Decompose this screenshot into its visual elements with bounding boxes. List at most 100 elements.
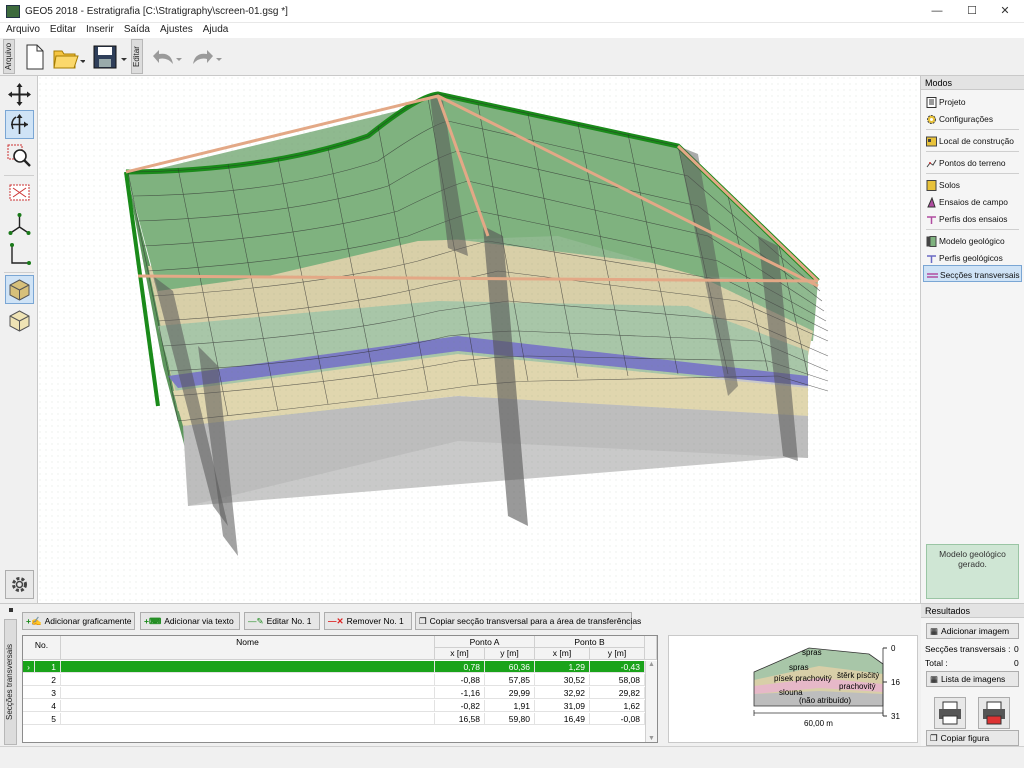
remove-button[interactable]: —✕ Remover No. 1	[324, 612, 412, 630]
cell-name[interactable]	[61, 700, 435, 712]
cell-bx[interactable]: 16,49	[535, 713, 590, 725]
column-header-no[interactable]: No.	[23, 636, 61, 660]
table-row[interactable]: 4 -0,82 1,91 31,09 1,62	[23, 700, 657, 712]
table-row[interactable]: › 1 0,78 60,36 1,29 -0,43	[23, 661, 657, 673]
mode-pontos-terreno[interactable]: Pontos do terreno	[923, 153, 1022, 170]
preview-label: prachovitý	[839, 682, 876, 691]
minimize-button[interactable]: —	[920, 0, 954, 23]
wire-cube-icon[interactable]	[5, 306, 34, 335]
cell-bx[interactable]: 31,09	[535, 700, 590, 712]
rotate-icon[interactable]	[5, 110, 34, 139]
cell-name[interactable]	[61, 687, 435, 699]
mode-perfis-geologicos[interactable]: Perfis geológicos	[923, 248, 1022, 265]
menu-arquivo[interactable]: Arquivo	[1, 23, 45, 35]
table-row[interactable]: 2 -0,88 57,85 30,52 58,08	[23, 674, 657, 686]
zoom-icon[interactable]	[5, 142, 34, 171]
scroll-up-icon[interactable]: ▲	[646, 661, 657, 668]
mode-modelo-geologico[interactable]: Modelo geológico	[923, 231, 1022, 248]
cell-bx[interactable]: 32,92	[535, 687, 590, 699]
column-header-ax[interactable]: x [m]	[435, 648, 485, 660]
undo-icon[interactable]	[147, 42, 182, 72]
document-icon	[926, 96, 937, 108]
tab-arquivo[interactable]: Arquivo	[3, 39, 15, 74]
maximize-button[interactable]: ☐	[955, 0, 989, 23]
preview-label: spras	[802, 648, 822, 657]
pan-icon[interactable]	[5, 80, 34, 109]
menu-inserir[interactable]: Inserir	[81, 23, 119, 35]
cell-ay[interactable]: 59,80	[485, 713, 535, 725]
table-row[interactable]: 3 -1,16 29,99 32,92 29,82	[23, 687, 657, 699]
mode-ensaios-campo[interactable]: Ensaios de campo	[923, 192, 1022, 209]
add-image-button[interactable]: ▦ Adicionar imagem	[926, 623, 1019, 639]
open-file-icon[interactable]	[51, 42, 86, 72]
menu-saida[interactable]: Saída	[119, 23, 155, 35]
cell-by[interactable]: -0,43	[590, 661, 645, 673]
add-keyboard-icon: +⌨	[144, 616, 162, 626]
close-button[interactable]: ✕	[988, 0, 1022, 23]
title-bar: GEO5 2018 - Estratigrafia [C:\Stratigrap…	[0, 0, 1024, 23]
cell-ay[interactable]: 1,91	[485, 700, 535, 712]
cell-ax[interactable]: 0,78	[435, 661, 485, 673]
cell-ay[interactable]: 29,99	[485, 687, 535, 699]
column-header-bx[interactable]: x [m]	[535, 648, 590, 660]
add-text-button[interactable]: +⌨ Adicionar via texto	[140, 612, 240, 630]
image-list-button[interactable]: ▦ Lista de imagens	[926, 671, 1019, 687]
model-viewport[interactable]	[38, 76, 921, 603]
menu-ajuda[interactable]: Ajuda	[198, 23, 234, 35]
cell-bx[interactable]: 30,52	[535, 674, 590, 686]
gear-icon	[926, 114, 937, 125]
new-file-icon[interactable]	[21, 42, 47, 72]
mode-perfis-ensaios[interactable]: Perfis dos ensaios	[923, 209, 1022, 226]
cell-no: 5	[35, 713, 61, 725]
menu-ajustes[interactable]: Ajustes	[155, 23, 198, 35]
save-icon[interactable]	[91, 42, 127, 72]
settings-gear-icon[interactable]	[5, 570, 34, 599]
add-graphic-button[interactable]: +✍ Adicionar graficamente	[22, 612, 135, 630]
cell-by[interactable]: -0,08	[590, 713, 645, 725]
cell-ax[interactable]: -1,16	[435, 687, 485, 699]
cell-name[interactable]	[61, 661, 435, 673]
terrain-point-icon	[926, 158, 937, 169]
cell-name[interactable]	[61, 713, 435, 725]
table-row[interactable]: 5 16,58 59,80 16,49 -0,08	[23, 713, 657, 725]
fit-view-icon[interactable]	[5, 178, 34, 207]
mode-configuracoes[interactable]: Configurações	[923, 109, 1022, 126]
print-pdf-button[interactable]	[978, 697, 1010, 729]
solid-cube-icon[interactable]	[5, 275, 34, 304]
axes-3d-icon[interactable]	[5, 210, 34, 239]
cell-ax[interactable]: 16,58	[435, 713, 485, 725]
cell-by[interactable]: 58,08	[590, 674, 645, 686]
print-button[interactable]	[934, 697, 966, 729]
cell-ax[interactable]: -0,82	[435, 700, 485, 712]
mode-seccoes-transversais[interactable]: Secções transversais	[923, 265, 1022, 282]
column-header-nome[interactable]: Nome	[61, 636, 435, 660]
scroll-down-icon[interactable]: ▼	[646, 735, 657, 742]
mode-projeto[interactable]: Projeto	[923, 92, 1022, 109]
column-header-by[interactable]: y [m]	[590, 648, 645, 660]
mode-solos[interactable]: Solos	[923, 175, 1022, 192]
column-header-ay[interactable]: y [m]	[485, 648, 535, 660]
copy-section-button[interactable]: ❐ Copiar secção transversal para a área …	[415, 612, 641, 630]
redo-icon[interactable]	[187, 42, 222, 72]
edit-button[interactable]: —✎ Editar No. 1	[244, 612, 320, 630]
cell-ax[interactable]: -0,88	[435, 674, 485, 686]
menu-editar[interactable]: Editar	[45, 23, 81, 35]
panel-pin-icon[interactable]	[9, 608, 13, 612]
tab-editar[interactable]: Editar	[131, 39, 143, 74]
cell-name[interactable]	[61, 674, 435, 686]
axes-2d-icon[interactable]	[5, 240, 34, 269]
tab-seccoes-transversais[interactable]: Secções transversais	[4, 619, 17, 745]
cell-bx[interactable]: 1,29	[535, 661, 590, 673]
preview-label: štěrk písčitý	[837, 671, 880, 680]
cell-ay[interactable]: 57,85	[485, 674, 535, 686]
table-scrollbar[interactable]: ▲ ▼	[645, 661, 657, 742]
cell-by[interactable]: 29,82	[590, 687, 645, 699]
field-test-icon	[926, 196, 937, 208]
total-value: 0	[1014, 658, 1019, 668]
cell-by[interactable]: 1,62	[590, 700, 645, 712]
mode-local-construcao[interactable]: Local de construção	[923, 131, 1022, 148]
preview-label: spras	[789, 663, 809, 672]
remove-x-icon: —✕	[328, 616, 344, 626]
cell-ay[interactable]: 60,36	[485, 661, 535, 673]
copy-figure-button[interactable]: ❐ Copiar figura	[926, 730, 1019, 746]
